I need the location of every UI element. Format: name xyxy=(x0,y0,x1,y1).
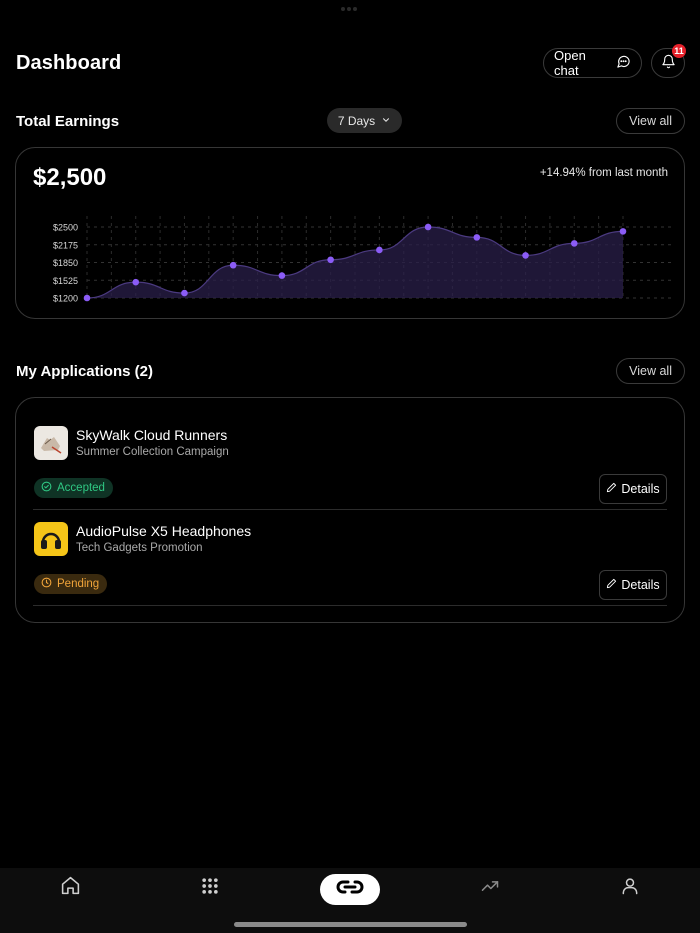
data-point xyxy=(229,261,237,269)
data-point xyxy=(376,246,383,254)
earnings-card: $2,500 +14.94% from last month $2500 $217… xyxy=(15,147,685,319)
tab-link[interactable] xyxy=(320,874,380,905)
bell-icon xyxy=(661,54,676,72)
y-tick-label: $1200 xyxy=(53,294,78,304)
link-icon xyxy=(336,878,364,901)
data-point xyxy=(522,252,529,259)
grid-icon xyxy=(200,876,220,901)
page-title: Dashboard xyxy=(16,51,122,74)
open-chat-label: Open chat xyxy=(554,48,586,78)
top-handle xyxy=(341,7,359,12)
details-label: Details xyxy=(621,578,660,592)
data-point xyxy=(181,289,188,297)
y-tick-label: $1850 xyxy=(53,258,78,268)
data-point xyxy=(278,272,286,279)
status-badge: Accepted xyxy=(34,478,113,498)
data-point xyxy=(132,278,140,286)
application-name: AudioPulse X5 Headphones xyxy=(76,523,252,539)
tab-apps[interactable] xyxy=(190,874,230,902)
applications-view-all-button[interactable]: View all xyxy=(616,358,685,384)
trending-icon xyxy=(480,876,500,901)
application-campaign: Tech Gadgets Promotion xyxy=(76,542,203,554)
earnings-title: Total Earnings xyxy=(16,112,120,130)
details-button[interactable]: Details xyxy=(599,570,667,600)
tab-profile[interactable] xyxy=(610,874,650,902)
clock-icon xyxy=(41,577,52,591)
open-chat-button[interactable]: Open chat xyxy=(543,48,642,78)
status-badge: Pending xyxy=(34,574,108,594)
header: Dashboard Open chat 11 xyxy=(16,44,686,78)
earnings-view-all-button[interactable]: View all xyxy=(616,108,685,134)
application-item[interactable]: AudioPulse X5 Headphones Tech Gadgets Pr… xyxy=(33,510,667,606)
sneaker-thumbnail xyxy=(34,426,68,460)
applications-header: My Applications (2) View all xyxy=(16,358,685,384)
data-point xyxy=(83,294,91,302)
notification-badge: 11 xyxy=(672,44,686,58)
details-button[interactable]: Details xyxy=(599,474,667,504)
details-label: Details xyxy=(621,482,660,496)
header-actions: Open chat 11 xyxy=(543,44,686,78)
chat-bubble-icon xyxy=(616,54,631,72)
data-point xyxy=(473,234,481,241)
application-campaign: Summer Collection Campaign xyxy=(76,446,229,458)
status-label: Accepted xyxy=(57,482,105,494)
chevron-down-icon xyxy=(381,114,391,128)
headphones-thumbnail xyxy=(34,522,68,556)
data-point xyxy=(619,228,627,235)
application-name: SkyWalk Cloud Runners xyxy=(76,427,228,443)
y-tick-label: $2175 xyxy=(53,240,78,250)
pencil-icon xyxy=(606,578,617,592)
range-dropdown[interactable]: 7 Days xyxy=(327,108,402,133)
y-tick-label: $1525 xyxy=(53,276,78,286)
home-icon xyxy=(60,875,81,901)
pencil-icon xyxy=(606,482,617,496)
range-label: 7 Days xyxy=(337,113,376,128)
profile-icon xyxy=(620,876,640,901)
status-label: Pending xyxy=(57,578,100,590)
applications-title: My Applications (2) xyxy=(16,362,153,380)
data-point xyxy=(327,256,334,264)
notifications-button[interactable]: 11 xyxy=(651,44,686,78)
data-point xyxy=(424,223,432,231)
tab-trends[interactable] xyxy=(470,874,510,902)
check-circle-icon xyxy=(41,481,52,495)
data-point xyxy=(570,240,578,247)
earnings-chart: $2500 $2175 $1850 $1525 $1200 xyxy=(53,216,671,304)
application-item[interactable]: SkyWalk Cloud Runners Summer Collection … xyxy=(33,414,667,510)
applications-card: SkyWalk Cloud Runners Summer Collection … xyxy=(15,397,685,623)
tab-home[interactable] xyxy=(50,874,90,902)
home-indicator xyxy=(234,922,467,927)
y-tick-label: $2500 xyxy=(53,223,78,233)
